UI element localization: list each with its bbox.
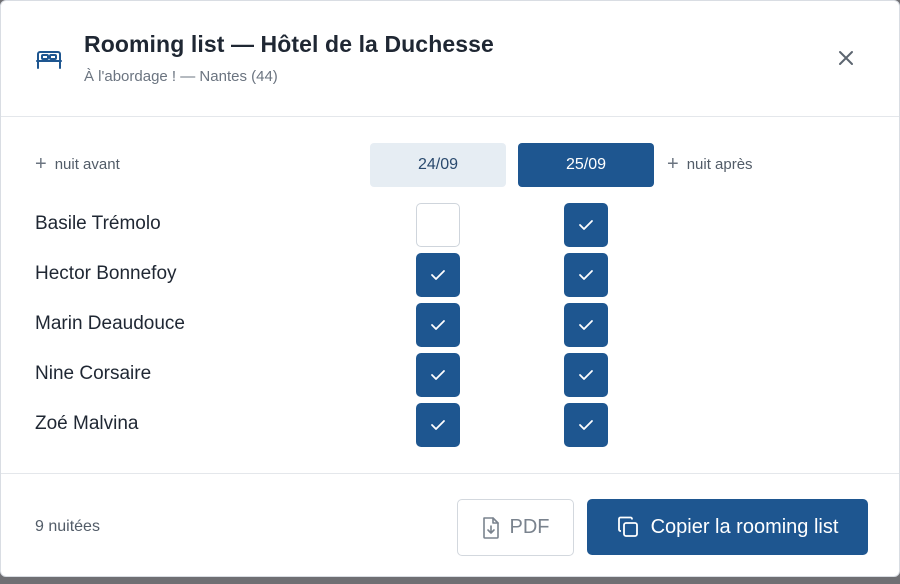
dialog-header: Rooming list — Hôtel de la Duchesse À l'… [1, 1, 899, 117]
pdf-button[interactable]: PDF [457, 499, 574, 556]
copy-button-label: Copier la rooming list [650, 515, 839, 538]
guest-name: Zoé Malvina [35, 413, 139, 434]
copy-icon [617, 516, 639, 538]
night-checkbox[interactable] [416, 203, 460, 247]
check-icon [578, 219, 594, 231]
download-file-icon [482, 516, 500, 539]
check-icon [430, 269, 446, 281]
night-checkbox[interactable] [416, 353, 460, 397]
night-checkbox[interactable] [564, 203, 608, 247]
close-button[interactable] [831, 43, 861, 73]
check-icon [578, 269, 594, 281]
night-checkbox[interactable] [416, 403, 460, 447]
guest-name: Basile Trémolo [35, 213, 161, 234]
night-checkbox[interactable] [564, 253, 608, 297]
dialog-subtitle: À l'abordage ! — Nantes (44) [84, 68, 278, 85]
dialog-title: Rooming list — Hôtel de la Duchesse [84, 31, 494, 57]
night-checkbox[interactable] [416, 303, 460, 347]
check-icon [578, 369, 594, 381]
copy-rooming-list-button[interactable]: Copier la rooming list [587, 499, 868, 555]
guest-name: Marin Deaudouce [35, 313, 185, 334]
nights-count: 9 nuitées [35, 518, 100, 535]
date-chip-25-09[interactable]: 25/09 [518, 143, 654, 187]
night-checkbox[interactable] [416, 253, 460, 297]
guest-name: Hector Bonnefoy [35, 263, 177, 284]
date-chip-label: 24/09 [417, 156, 459, 173]
dialog-body: + nuit avant 24/09 25/09 + nuit après Ba… [1, 117, 899, 473]
dialog-footer: 9 nuitées PDF Copier la rooming list [1, 473, 899, 578]
add-night-after-label: nuit après [686, 155, 753, 173]
add-night-before-label: nuit avant [54, 155, 120, 173]
check-icon [430, 319, 446, 331]
date-chip-label: 25/09 [565, 156, 607, 173]
add-night-before-button[interactable]: + nuit avant [35, 154, 120, 174]
check-icon [430, 419, 446, 431]
check-icon [430, 369, 446, 381]
night-checkbox[interactable] [564, 403, 608, 447]
date-chip-24-09[interactable]: 24/09 [370, 143, 506, 187]
plus-icon: + [667, 153, 679, 175]
guest-name: Nine Corsaire [35, 363, 152, 384]
check-icon [578, 419, 594, 431]
bed-icon [34, 43, 64, 73]
plus-icon: + [35, 153, 47, 175]
rooming-list-dialog: Rooming list — Hôtel de la Duchesse À l'… [0, 0, 900, 577]
night-checkbox[interactable] [564, 303, 608, 347]
close-icon [837, 49, 855, 67]
check-icon [578, 319, 594, 331]
pdf-button-label: PDF [509, 516, 550, 538]
add-night-after-button[interactable]: + nuit après [667, 154, 753, 174]
night-checkbox[interactable] [564, 353, 608, 397]
